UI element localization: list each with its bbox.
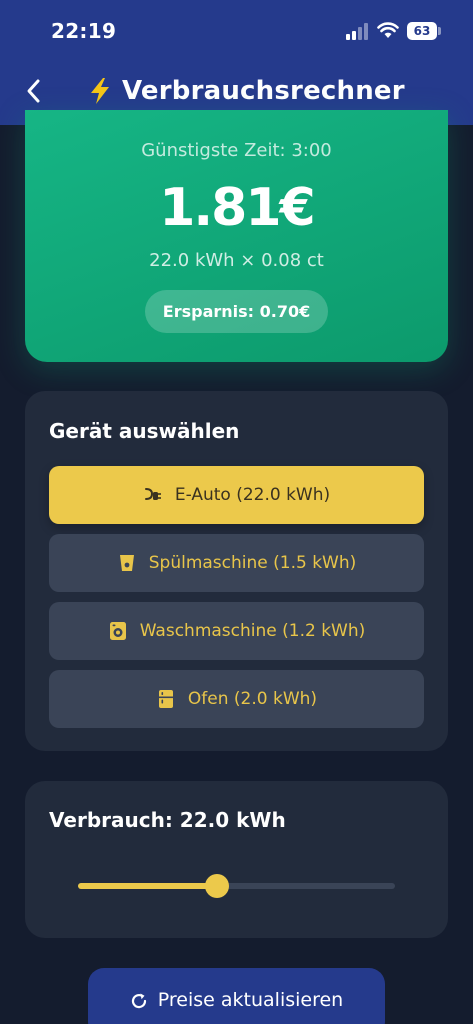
device-selection-panel: Gerät auswählen E-Auto (22.0 kWh) Spülma… bbox=[25, 391, 448, 751]
battery-tip bbox=[438, 27, 441, 35]
refresh-icon bbox=[131, 993, 146, 1009]
usage-slider-track[interactable] bbox=[78, 874, 395, 898]
cheapest-time: Günstigste Zeit: 3:00 bbox=[141, 140, 332, 161]
plug-icon bbox=[144, 488, 161, 500]
total-price: 1.81€ bbox=[159, 178, 315, 238]
device-option-waschmaschine[interactable]: Waschmaschine (1.2 kWh) bbox=[49, 602, 424, 660]
status-time: 22:19 bbox=[51, 19, 117, 43]
page-title: Verbrauchsrechner bbox=[122, 76, 405, 106]
device-option-e-auto[interactable]: E-Auto (22.0 kWh) bbox=[49, 466, 424, 524]
back-arrow-icon[interactable] bbox=[22, 76, 48, 106]
usage-slider-thumb[interactable] bbox=[205, 874, 230, 898]
refresh-label: Preise aktualisieren bbox=[157, 989, 344, 1011]
usage-slider-fill bbox=[78, 883, 218, 889]
lightning-bolt-icon bbox=[91, 78, 109, 104]
device-label: Ofen (2.0 kWh) bbox=[187, 689, 318, 709]
washing-machine-icon bbox=[109, 622, 126, 640]
device-option-spuelmaschine[interactable]: Spülmaschine (1.5 kWh) bbox=[49, 534, 424, 592]
cellular-signal-icon bbox=[346, 23, 368, 40]
price-calculation: 22.0 kWh × 0.08 ct bbox=[149, 250, 324, 271]
wifi-icon bbox=[377, 22, 399, 38]
glass-icon bbox=[119, 555, 134, 571]
device-label: Waschmaschine (1.2 kWh) bbox=[139, 621, 366, 641]
usage-panel: Verbrauch: 22.0 kWh bbox=[25, 781, 448, 938]
usage-title: Verbrauch: 22.0 kWh bbox=[49, 808, 286, 832]
header-title-group: Verbrauchsrechner bbox=[88, 73, 405, 109]
device-panel-title: Gerät auswählen bbox=[49, 419, 240, 443]
device-label: E-Auto (22.0 kWh) bbox=[174, 485, 331, 505]
price-summary-card: Günstigste Zeit: 3:00 1.81€ 22.0 kWh × 0… bbox=[25, 110, 448, 362]
app-header: 22:19 63 Verbrauchsrechner bbox=[0, 0, 473, 125]
device-option-ofen[interactable]: Ofen (2.0 kWh) bbox=[49, 670, 424, 728]
device-label: Spülmaschine (1.5 kWh) bbox=[148, 553, 357, 573]
fridge-icon bbox=[158, 690, 173, 708]
refresh-prices-button[interactable]: Preise aktualisieren bbox=[88, 968, 385, 1024]
battery-indicator: 63 bbox=[407, 22, 437, 40]
saving-badge: Ersparnis: 0.70€ bbox=[145, 290, 328, 333]
